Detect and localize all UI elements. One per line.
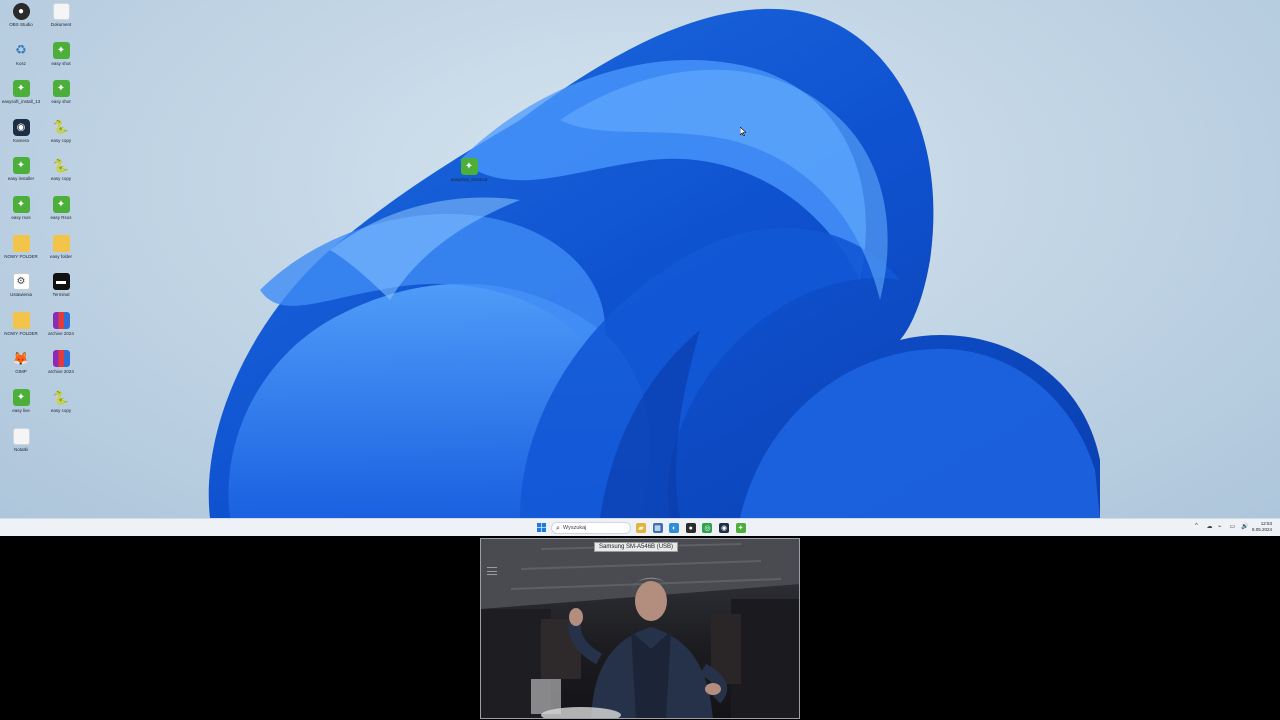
clock-date: 8.05.2024 [1251, 527, 1272, 532]
desktop-icon-label: archive 2024 [48, 369, 74, 375]
taskbar-edge-icon[interactable]: ◐ [669, 523, 680, 533]
desktop-icon-floating[interactable]: ✦ easyshot_shortcut [448, 158, 490, 196]
desktop-icon[interactable]: ✦ easy rsos [0, 196, 42, 234]
desktop-icon-label: Terminal [52, 292, 70, 298]
mouse-cursor-icon [740, 127, 746, 136]
winrar-icon [52, 311, 70, 329]
desktop-icon-label: NOWY FOLDER [4, 330, 38, 336]
desktop-icon-label: easy shot [51, 99, 71, 105]
easy-app-icon: ✦ [12, 196, 30, 213]
desktop-icon[interactable]: ✦ easy installer [0, 157, 42, 195]
desktop-icon-label: easyshot_shortcut [450, 177, 488, 182]
folder-icon [12, 311, 30, 329]
webcam-feed [481, 539, 799, 718]
battery-icon[interactable]: ▭ [1230, 523, 1236, 530]
desktop-icon-label: Kamera [13, 137, 29, 143]
desktop-icon[interactable]: archive 2024 [40, 350, 82, 388]
search-placeholder: Wyszukaj [562, 525, 587, 531]
desktop-icon-label: GIMP [15, 369, 27, 375]
volume-icon[interactable]: 🔊 [1241, 523, 1248, 530]
desktop-icon[interactable]: Dokument [40, 3, 82, 41]
desktop-icon[interactable]: ✦ easy live [0, 389, 42, 427]
desktop-icon-label: easy folder [49, 253, 72, 259]
webcam-preview-window: Samsung SM-A546B (USB) [480, 538, 800, 719]
hamburger-menu-icon[interactable] [487, 567, 497, 575]
desktop-icon[interactable]: easy folder [40, 234, 82, 273]
settings-file-icon: ⚙ [12, 273, 30, 291]
taskbar-obs-icon[interactable]: ● [685, 523, 696, 533]
desktop-icon-label: easy copy [50, 137, 72, 143]
search-icon: ⌕ [556, 524, 560, 532]
taskbar: ⌕ Wyszukaj ▰ ▦ ◐ ● ◎ ◉ ✦ ^ ☁ ⌁ ▭ 🔊 12:53 8.05.2024 [0, 518, 1280, 536]
terminal-icon: ▬ [52, 273, 70, 291]
desktop-icon-label: archive 2024 [48, 330, 74, 336]
desktop-icon-label: easy shot [51, 60, 71, 66]
desktop-icon[interactable]: 🐍 easy copy [40, 389, 82, 427]
winrar-icon [52, 350, 70, 368]
recycle-bin-icon: ♻ [15, 42, 27, 58]
python-file-icon: 🐍 [52, 157, 70, 173]
desktop-icon-label: easy installer [7, 176, 35, 182]
windows-start-icon[interactable] [537, 523, 546, 532]
desktop-icon-label: easy live [12, 408, 30, 413]
gimp-icon: 🦊 [12, 350, 30, 366]
desktop-icon[interactable]: ◉ Kamera [0, 118, 42, 157]
document-icon [52, 3, 70, 20]
camera-icon: ◉ [12, 118, 30, 136]
desktop-icon-label: Ustawienia [9, 292, 32, 298]
wallpaper-bloom [208, 8, 1100, 518]
folder-icon [12, 234, 30, 252]
desktop-icon[interactable]: ♻ Kosz [0, 42, 42, 80]
taskbar-file-explorer-icon[interactable]: ▰ [636, 523, 646, 533]
desktop-icon-label: easy rsos [11, 215, 31, 220]
desktop-icon[interactable]: NOWY FOLDER [0, 311, 42, 350]
desktop-icon[interactable]: Notatki [0, 427, 42, 466]
python-file-icon: 🐍 [52, 119, 70, 135]
desktop-icon[interactable]: ▬ Terminal [40, 273, 82, 311]
taskbar-chrome-icon[interactable]: ◎ [702, 523, 713, 533]
desktop-icon-label: easy copy [50, 176, 72, 182]
network-icon[interactable]: ⌁ [1218, 523, 1222, 530]
easy-app-icon: ✦ [460, 158, 478, 175]
document-icon [12, 427, 30, 445]
desktop-icon[interactable]: ✦ easysoft_install_13 [0, 80, 42, 118]
easy-app-icon: ✦ [12, 80, 30, 98]
taskbar-search-box[interactable]: ⌕ Wyszukaj [551, 522, 631, 534]
desktop-icon-label: easy Rsos [50, 215, 72, 220]
desktop-icon[interactable]: ✦ easy shot [40, 41, 82, 80]
show-hidden-icons[interactable]: ^ [1195, 523, 1198, 529]
easy-app-icon: ✦ [12, 389, 30, 406]
desktop-icon-label: Kosz [15, 60, 26, 66]
taskbar-store-icon[interactable]: ▦ [652, 523, 663, 533]
folder-icon [52, 234, 70, 252]
easy-app-icon: ✦ [12, 157, 30, 175]
desktop-icon-label: OBS Studio [9, 22, 33, 27]
taskbar-camera-icon[interactable]: ◉ [719, 523, 729, 533]
easy-app-icon: ✦ [52, 80, 70, 98]
webcam-device-label: Samsung SM-A546B (USB) [594, 542, 679, 552]
desktop-icon[interactable]: ✦ easy Rsos [40, 196, 82, 234]
desktop-icon[interactable]: ⚙ Ustawienia [0, 273, 42, 311]
desktop-icon[interactable]: 🦊 GIMP [0, 350, 42, 388]
desktop-icon-label: Dokument [50, 22, 72, 27]
desktop-icon[interactable]: 🐍 easy copy [40, 119, 82, 157]
desktop-icon-label: Notatki [13, 446, 28, 452]
desktop-icon[interactable]: ● OBS Studio [0, 3, 42, 41]
easy-app-icon: ✦ [52, 196, 70, 213]
desktop-icon[interactable]: archive 2024 [40, 311, 82, 350]
easy-app-icon: ✦ [52, 41, 70, 59]
desktop-icon[interactable]: ✦ easy shot [40, 80, 82, 118]
python-file-icon: 🐍 [52, 389, 70, 405]
system-clock[interactable]: 12:53 8.05.2024 [1252, 521, 1272, 533]
onedrive-icon[interactable]: ☁ [1207, 523, 1213, 530]
desktop-icon-label: NOWY FOLDER [4, 253, 38, 259]
desktop-icon[interactable]: NOWY FOLDER [0, 234, 42, 273]
desktop-icon[interactable]: 🐍 easy copy [40, 157, 82, 195]
desktop[interactable]: ● OBS Studio Dokument ♻ Kosz ✦ easy shot ✦ easys… [0, 0, 1280, 518]
desktop-icon-label: easysoft_install_13 [1, 99, 41, 105]
desktop-icon-label: easy copy [50, 408, 72, 413]
obs-icon: ● [12, 3, 30, 20]
taskbar-easy-app-icon[interactable]: ✦ [735, 523, 746, 533]
